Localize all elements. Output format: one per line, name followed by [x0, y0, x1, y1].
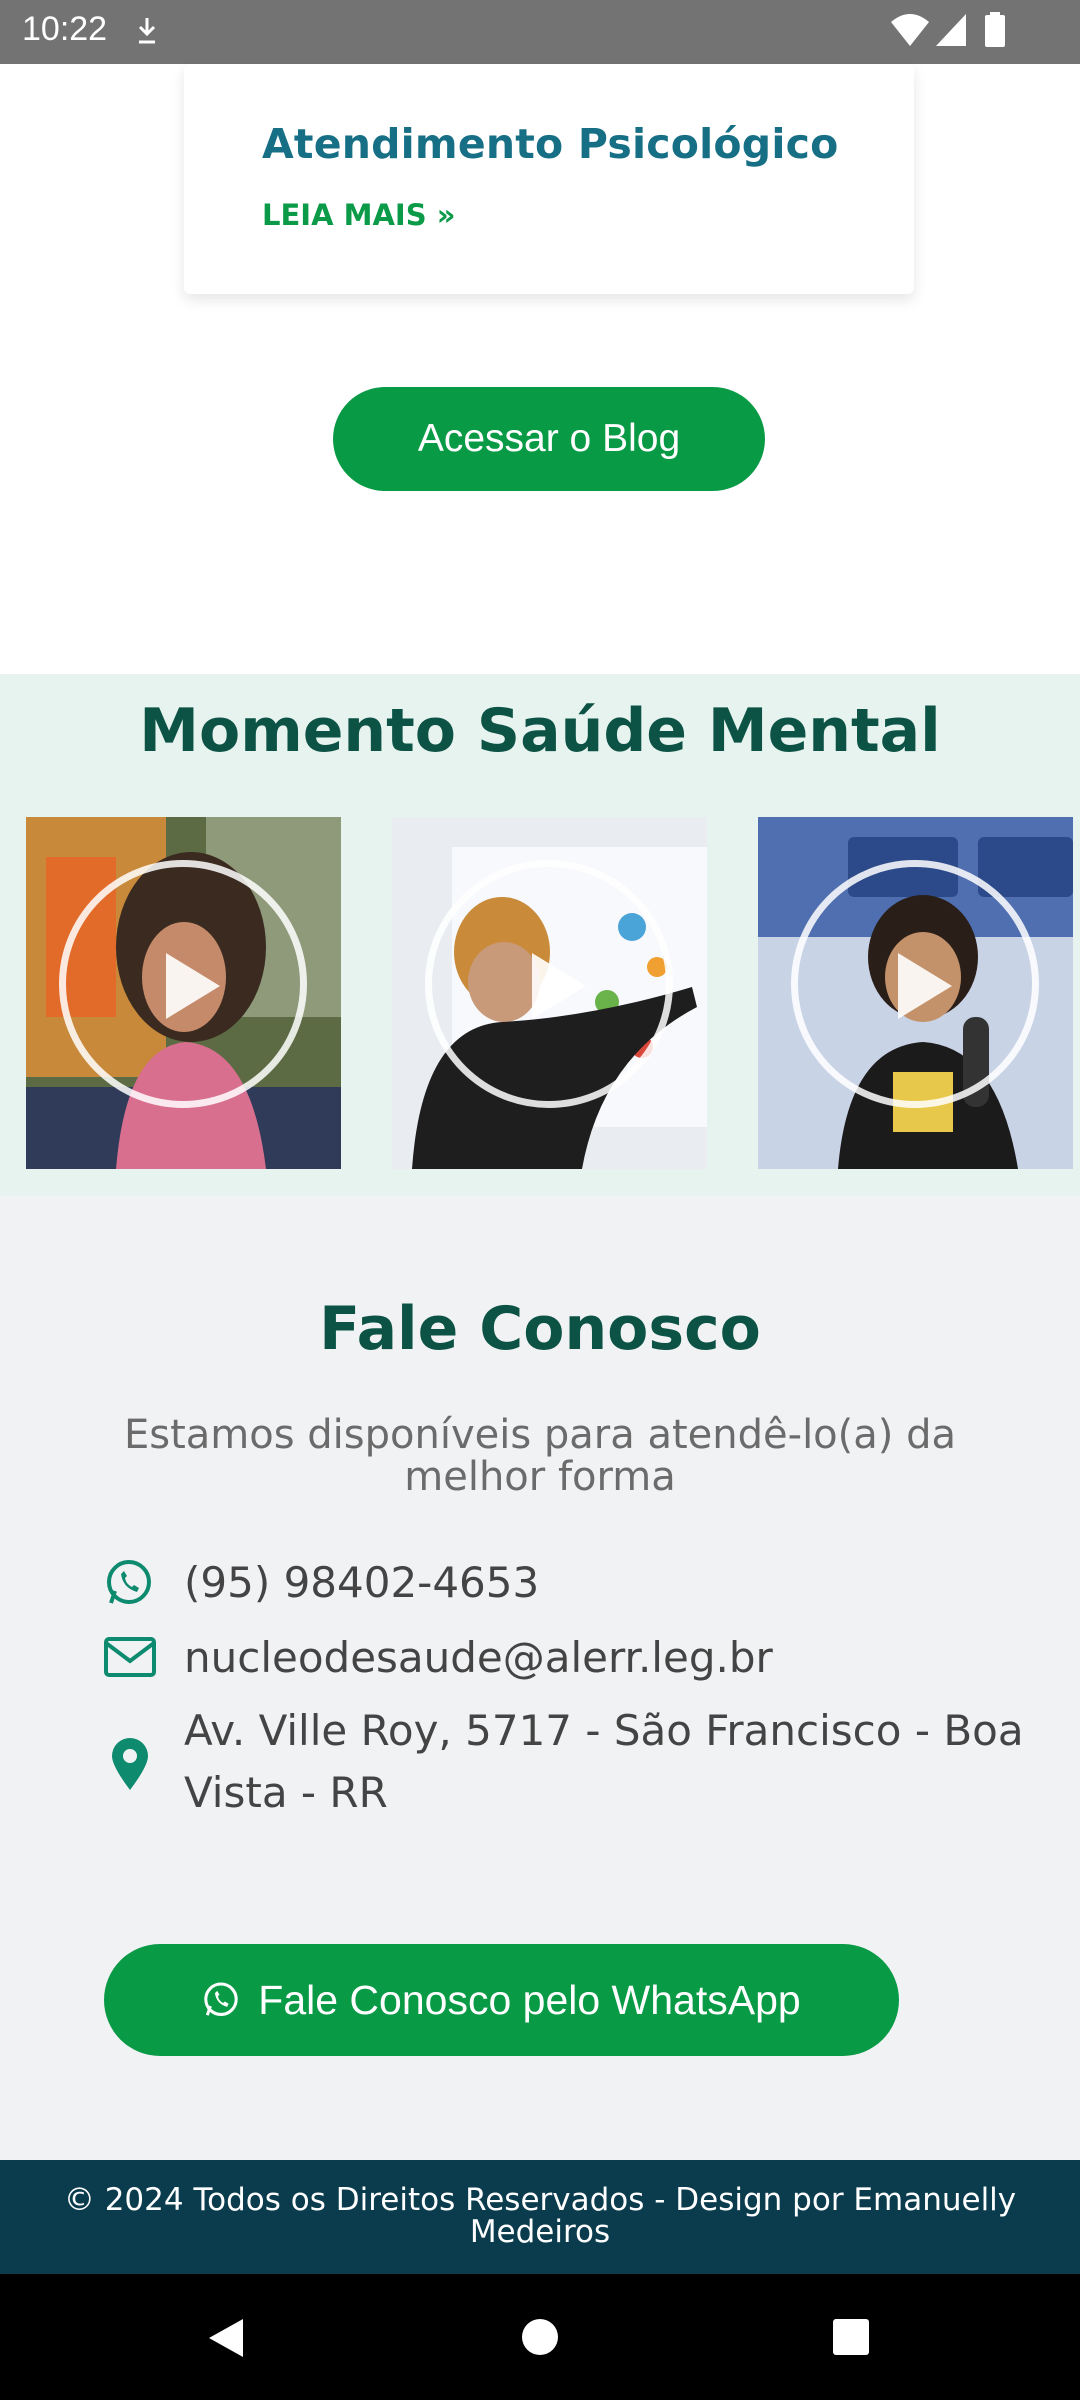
play-triangle — [898, 953, 952, 1019]
video-thumbnail-3[interactable] — [758, 817, 1073, 1169]
whatsapp-icon — [204, 1982, 239, 2016]
contact-subtitle: Estamos disponíveis para atendê-lo(a) da… — [123, 1412, 956, 1500]
email-address[interactable]: nucleodesaude@alerr.leg.br — [184, 1627, 773, 1689]
contact-title: Fale Conosco — [319, 1294, 761, 1364]
footer: © 2024 Todos os Direitos Reservados - De… — [0, 2160, 1080, 2274]
card-title[interactable]: Atendimento Psicológico — [262, 120, 838, 168]
system-nav-bar — [0, 2274, 1080, 2400]
video-thumbnail-1[interactable] — [26, 817, 341, 1169]
wifi-icon — [890, 12, 930, 52]
play-triangle — [166, 953, 220, 1019]
back-icon[interactable] — [205, 2317, 245, 2363]
address-line-1: Av. Ville Roy, 5717 - São Francisco - Bo… — [184, 1706, 1024, 1755]
status-time: 10:22 — [22, 10, 108, 48]
email-icon — [104, 1637, 156, 1681]
battery-icon — [984, 12, 1006, 52]
section-title: Momento Saúde Mental — [139, 696, 941, 766]
signal-icon — [934, 12, 968, 52]
whatsapp-button-label: Fale Conosco pelo WhatsApp — [258, 1976, 801, 2023]
home-icon[interactable] — [521, 2318, 559, 2360]
play-triangle — [532, 953, 586, 1019]
status-bar: 10:22 — [0, 0, 1080, 64]
address-line-2: Vista - RR — [184, 1768, 388, 1817]
blog-post-card[interactable]: Atendimento Psicológico LEIA MAIS » — [184, 64, 914, 294]
access-blog-button[interactable]: Acessar o Blog — [333, 387, 765, 491]
momento-saude-mental-section: Momento Saúde Mental — [0, 674, 1080, 1196]
video-thumbnail-2[interactable] — [392, 817, 707, 1169]
phone-number[interactable]: (95) 98402-4653 — [184, 1552, 539, 1614]
recents-icon[interactable] — [832, 2318, 870, 2360]
download-icon — [134, 16, 160, 50]
read-more-link[interactable]: LEIA MAIS » — [262, 198, 455, 232]
whatsapp-icon — [104, 1558, 154, 1612]
whatsapp-contact-button[interactable]: Fale Conosco pelo WhatsApp — [104, 1944, 899, 2056]
location-pin-icon — [110, 1738, 150, 1796]
copyright-text: © 2024 Todos os Direitos Reservados - De… — [63, 2182, 1017, 2250]
